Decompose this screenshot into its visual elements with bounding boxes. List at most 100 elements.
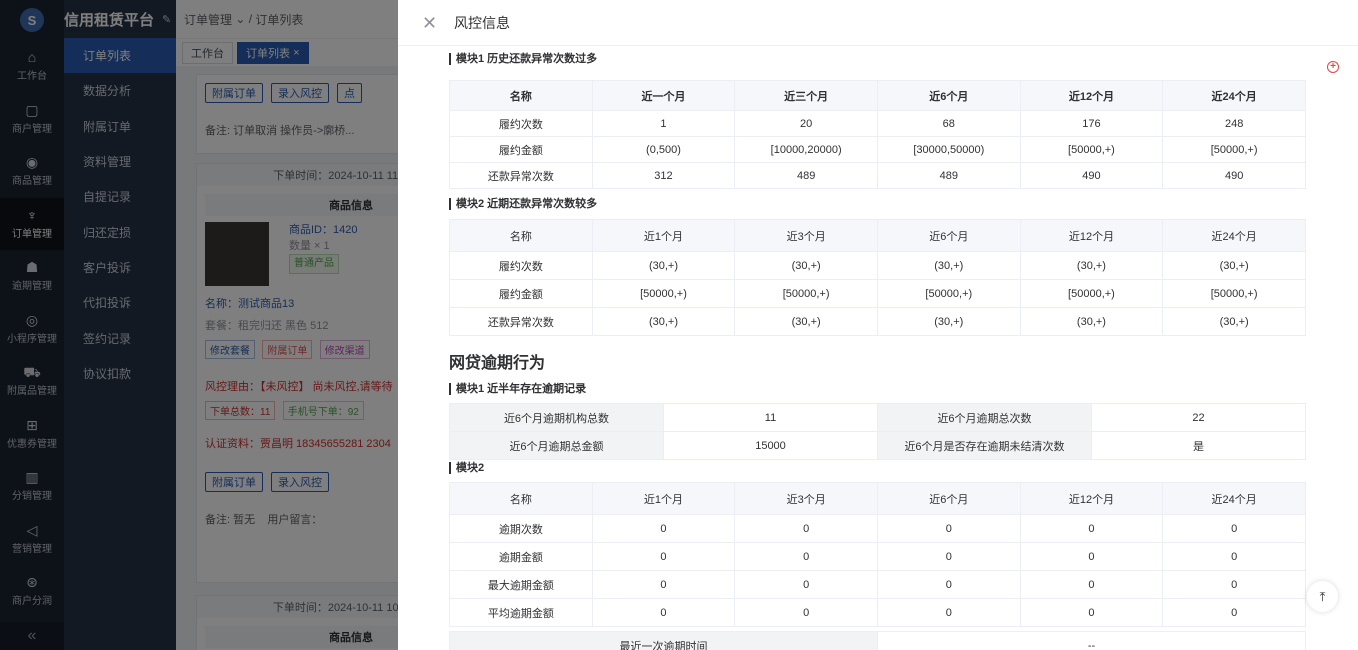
column-header: 近1个月 [591,482,736,515]
table-cell: 0 [734,598,878,627]
table-cell: 0 [1019,542,1164,571]
table-row: 近6个月逾期机构总数 11 近6个月逾期总次数 22 [449,403,1306,432]
table-cell: 489 [876,162,1021,189]
table-cell: 0 [876,514,1021,543]
table-cell: 逾期金额 [449,542,593,571]
table-cell: 平均逾期金额 [449,598,593,627]
table-cell: [50000,+) [1162,136,1306,163]
table-row: 逾期次数 0 0 0 0 0 [449,514,1306,543]
column-header: 近三个月 [734,80,878,111]
table-cell: [50000,+) [1019,279,1164,308]
overdue-module1-title: 模块1 近半年存在逾期记录 [449,383,1306,395]
drawer-header: ✕ 风控信息 [398,0,1358,46]
column-header: 近12个月 [1019,219,1164,252]
table-cell: 是 [1091,431,1306,460]
column-header: 近3个月 [734,219,878,252]
table-cell: (0,500) [591,136,736,163]
section-title: 网贷逾期行为 [449,355,546,372]
modal-mask[interactable] [0,0,398,650]
table-cell: 0 [591,542,736,571]
app-root: S ⌂工作台▢商户管理◉商品管理♆订单管理☗逾期管理◎小程序管理⛟附属品管理⊞优… [0,0,1358,650]
table-cell: 312 [591,162,736,189]
table-cell: 0 [876,598,1021,627]
table-row: 逾期金额 0 0 0 0 0 [449,542,1306,571]
back-to-top-icon[interactable]: ⤒ [1307,581,1338,612]
last-overdue-value: -- [877,631,1306,650]
table-cell: 0 [1162,598,1306,627]
table-cell: 0 [876,570,1021,599]
overdue-summary-table: 近6个月逾期机构总数 11 近6个月逾期总次数 22 近6个月逾期总金额 15000 近6个… [449,403,1306,460]
column-header: 近24个月 [1162,80,1306,111]
table-cell: 22 [1091,403,1306,432]
table-cell: [30000,50000) [876,136,1021,163]
table-cell: 0 [1019,514,1164,543]
column-header: 近6个月 [876,80,1021,111]
table-cell: 0 [734,570,878,599]
table-cell: 0 [1162,570,1306,599]
module1-title: 模块1 历史还款异常次数过多 [449,53,1306,65]
table-cell: 0 [1162,542,1306,571]
table-cell: [50000,+) [591,279,736,308]
table-cell: 0 [734,514,878,543]
table-row: 还款异常次数 (30,+) (30,+) (30,+) (30,+) (30,+) [449,307,1306,336]
last-overdue-label: 最近一次逾期时间 [449,631,878,650]
table-cell: 490 [1162,162,1306,189]
table-cell: 489 [734,162,878,189]
table-cell: (30,+) [1162,251,1306,280]
table-cell: 还款异常次数 [449,307,593,336]
column-header: 近12个月 [1019,482,1164,515]
table-cell: 0 [591,514,736,543]
table-cell: [50000,+) [1162,279,1306,308]
column-header: 名称 [449,80,593,111]
table-cell: (30,+) [1162,307,1306,336]
column-header: 近3个月 [734,482,878,515]
module2-table: 名称 近1个月 近3个月 近6个月 近12个月 近24个月 履约次数 (30,+) (30,+)… [449,219,1306,336]
table-row: 还款异常次数 312 489 489 490 490 [449,162,1306,189]
table-cell: 履约金额 [449,279,593,308]
table-cell: 490 [1019,162,1164,189]
column-header: 名称 [449,482,593,515]
table-cell: 1 [591,110,736,137]
table-cell: 0 [734,542,878,571]
table-cell: (30,+) [734,307,878,336]
risk-drawer: ✕ 风控信息 + 模块1 历史还款异常次数过多 名称 近一个月 近三个月 近6个月 近1… [398,0,1358,650]
table-cell: 0 [591,598,736,627]
table-cell: (30,+) [1019,307,1164,336]
table-row: 履约金额 [50000,+) [50000,+) [50000,+) [50000,+)… [449,279,1306,308]
table-cell: 0 [1019,570,1164,599]
close-icon[interactable]: ✕ [422,14,438,32]
table-cell: 近6个月逾期机构总数 [449,403,664,432]
table-cell: [10000,20000) [734,136,878,163]
module1-table: 名称 近一个月 近三个月 近6个月 近12个月 近24个月 履约次数 1 20 68 176 248 履… [449,80,1306,189]
table-cell: 0 [1019,598,1164,627]
plus-circle-icon[interactable]: + [1327,61,1339,73]
table-cell: 近6个月逾期总金额 [449,431,664,460]
column-header: 近1个月 [591,219,736,252]
table-cell: 15000 [663,431,878,460]
column-header: 近24个月 [1162,482,1306,515]
table-cell: 近6个月逾期总次数 [877,403,1092,432]
table-cell: 最大逾期金额 [449,570,593,599]
table-cell: (30,+) [591,307,736,336]
table-cell: (30,+) [734,251,878,280]
table-cell: [50000,+) [734,279,878,308]
table-row: 近6个月逾期总金额 15000 近6个月是否存在逾期未结清次数是 [449,431,1306,460]
table-cell: 20 [734,110,878,137]
table-cell: 0 [876,542,1021,571]
table-cell: (30,+) [876,307,1021,336]
table-cell: 68 [876,110,1021,137]
table-cell: 履约金额 [449,136,593,163]
table-cell: 11 [663,403,878,432]
column-header: 近一个月 [591,80,736,111]
table-row: 平均逾期金额 0 0 0 0 0 [449,598,1306,627]
table-cell: 0 [1162,514,1306,543]
table-cell: 248 [1162,110,1306,137]
column-header: 近6个月 [876,482,1021,515]
column-header: 近12个月 [1019,80,1164,111]
overdue-module2-title: 模块2 [449,462,1306,474]
table-row: 最大逾期金额 0 0 0 0 0 [449,570,1306,599]
table-cell: 履约次数 [449,110,593,137]
table-cell: [50000,+) [1019,136,1164,163]
module2-title: 模块2 近期还款异常次数较多 [449,198,1306,210]
table-row: 履约次数 (30,+) (30,+) (30,+) (30,+) (30,+) [449,251,1306,280]
